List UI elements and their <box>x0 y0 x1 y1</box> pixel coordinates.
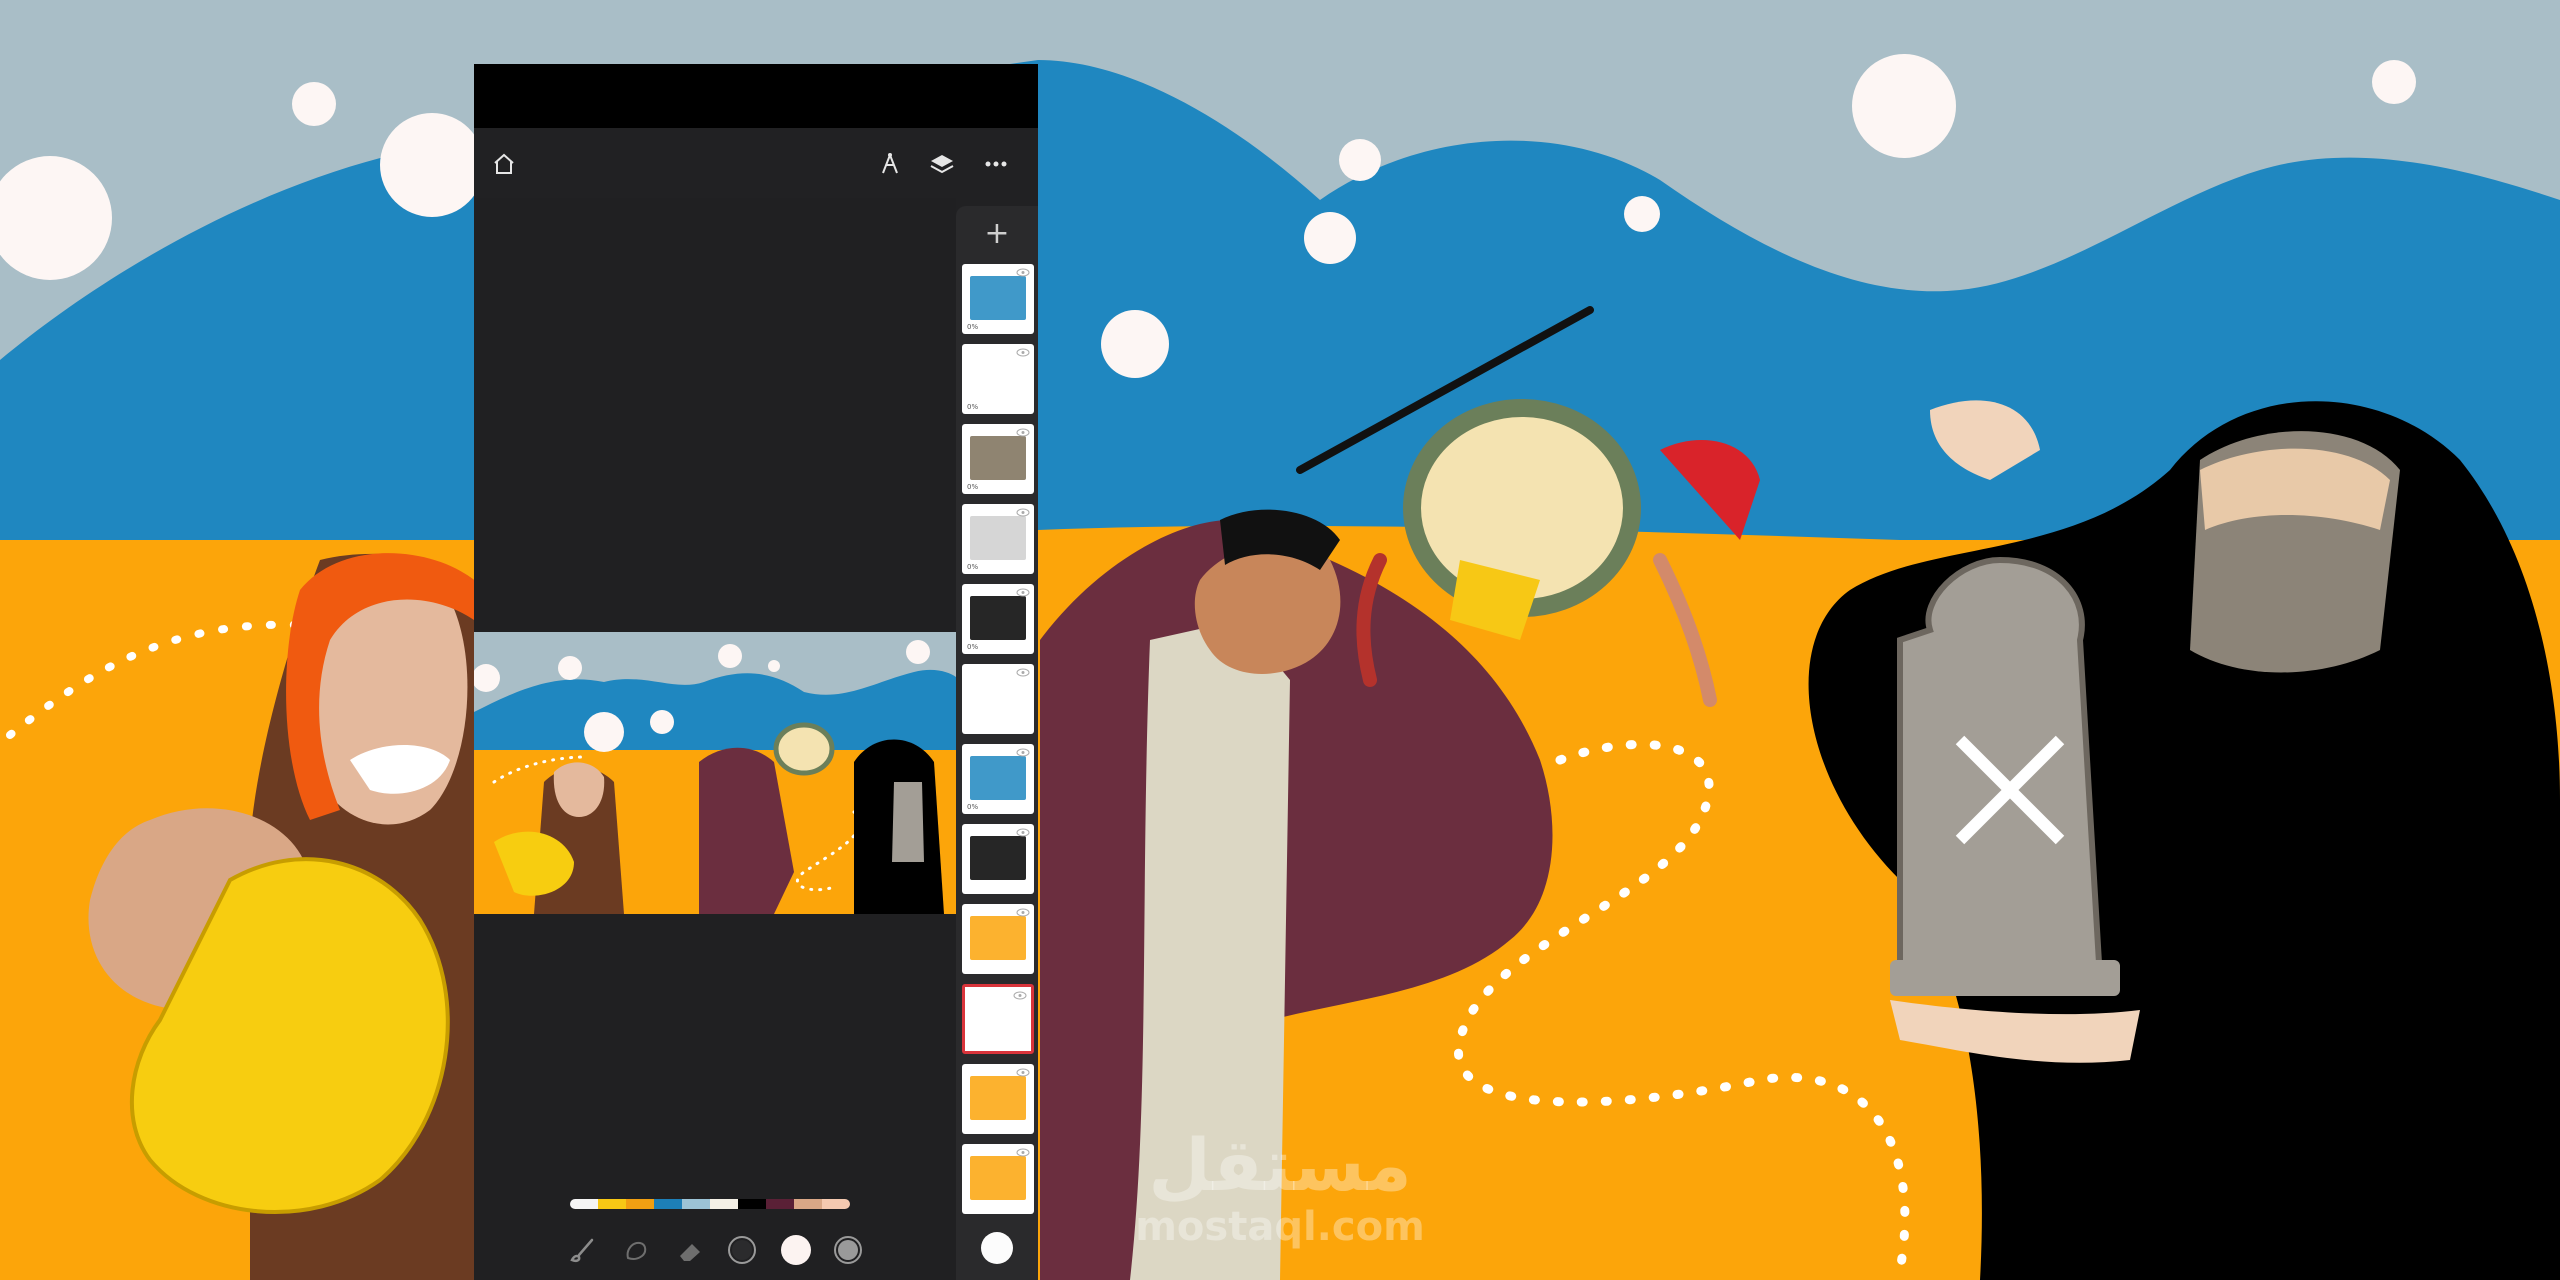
layer-thumbnail[interactable] <box>962 1064 1034 1134</box>
layer-panel-footer <box>956 1224 1038 1280</box>
background-illustration <box>0 0 2560 1280</box>
more-icon[interactable] <box>980 148 1012 180</box>
pen-nib-icon[interactable] <box>874 148 906 180</box>
current-color-swatch[interactable] <box>981 1232 1013 1264</box>
palette-color[interactable] <box>822 1199 850 1209</box>
layer-thumbnail[interactable] <box>962 984 1034 1054</box>
layer-thumbnail-art <box>970 356 1026 400</box>
layer-thumbnail[interactable]: 0% <box>962 584 1034 654</box>
visibility-eye-icon[interactable] <box>1016 668 1030 677</box>
layer-thumbnail-art <box>970 916 1026 960</box>
layer-opacity-label: 0% <box>967 803 979 811</box>
visibility-eye-icon[interactable] <box>1013 991 1027 1000</box>
layer-thumbnail[interactable]: 0% <box>962 504 1034 574</box>
layer-thumbnail[interactable] <box>962 1144 1034 1214</box>
layer-thumbnail[interactable] <box>962 664 1034 734</box>
status-bar <box>474 64 1038 128</box>
visibility-eye-icon[interactable] <box>1016 428 1030 437</box>
visibility-eye-icon[interactable] <box>1016 348 1030 357</box>
layer-thumbnail-art <box>970 436 1026 480</box>
visibility-eye-icon[interactable] <box>1016 1068 1030 1077</box>
palette-color[interactable] <box>626 1199 654 1209</box>
color-white-icon[interactable] <box>776 1230 816 1270</box>
visibility-eye-icon[interactable] <box>1016 908 1030 917</box>
visibility-eye-icon[interactable] <box>1016 588 1030 597</box>
layer-opacity-label: 0% <box>967 403 979 411</box>
layer-thumbnail[interactable]: 0% <box>962 744 1034 814</box>
layer-opacity-label: 0% <box>967 563 979 571</box>
palette-color[interactable] <box>682 1199 710 1209</box>
add-layer-button[interactable]: + <box>956 214 1038 254</box>
layer-thumbnail[interactable]: 0% <box>962 264 1034 334</box>
visibility-eye-icon[interactable] <box>1016 1148 1030 1157</box>
palette-color[interactable] <box>794 1199 822 1209</box>
visibility-eye-icon[interactable] <box>1016 748 1030 757</box>
layers-icon[interactable] <box>926 148 958 180</box>
visibility-eye-icon[interactable] <box>1016 268 1030 277</box>
home-icon[interactable] <box>488 148 520 180</box>
eraser-tool-icon[interactable] <box>670 1230 710 1270</box>
layer-thumbnail-art <box>970 516 1026 560</box>
brush-size-icon[interactable] <box>722 1230 762 1270</box>
canvas-area[interactable] <box>474 198 956 1280</box>
palette-color[interactable] <box>766 1199 794 1209</box>
palette-color[interactable] <box>598 1199 626 1209</box>
layer-thumbnail-art <box>970 596 1026 640</box>
watermark: مستقل mostaql.com <box>1120 1125 1440 1265</box>
palette-color[interactable] <box>738 1199 766 1209</box>
layer-thumbnail-art <box>970 276 1026 320</box>
layer-thumbnail-art <box>970 836 1026 880</box>
layers-panel: + 0% 0% 0% 0% 0% 0% <box>956 206 1038 1280</box>
layer-thumbnail-art <box>970 756 1026 800</box>
layer-thumbnail-art <box>970 676 1026 720</box>
layer-thumbnail[interactable]: 0% <box>962 424 1034 494</box>
layer-thumbnail-art <box>970 1076 1026 1120</box>
layer-opacity-label: 0% <box>967 323 979 331</box>
visibility-eye-icon[interactable] <box>1016 828 1030 837</box>
layer-thumbnail[interactable] <box>962 824 1034 894</box>
palette-color[interactable] <box>710 1199 738 1209</box>
visibility-eye-icon[interactable] <box>1016 508 1030 517</box>
watermark-arabic: مستقل <box>1148 1123 1412 1207</box>
palette-color[interactable] <box>654 1199 682 1209</box>
layer-thumbnail[interactable]: 0% <box>962 344 1034 414</box>
layer-thumbnail-art <box>970 1156 1026 1200</box>
top-toolbar <box>474 128 1038 198</box>
color-palette-bar[interactable] <box>570 1199 850 1209</box>
smudge-tool-icon[interactable] <box>616 1230 656 1270</box>
opacity-icon[interactable] <box>828 1230 868 1270</box>
layer-opacity-label: 0% <box>967 483 979 491</box>
bottom-toolbar <box>562 1224 862 1276</box>
layer-thumbnail-art <box>973 999 1029 1043</box>
layer-thumbnail[interactable] <box>962 904 1034 974</box>
layer-opacity-label: 0% <box>967 643 979 651</box>
brush-tool-icon[interactable] <box>562 1230 602 1270</box>
watermark-latin: mostaql.com <box>1135 1204 1425 1250</box>
palette-color[interactable] <box>570 1199 598 1209</box>
artboard-preview[interactable] <box>474 632 956 914</box>
drawing-app-window: + 0% 0% 0% 0% 0% 0% <box>474 64 1038 1280</box>
